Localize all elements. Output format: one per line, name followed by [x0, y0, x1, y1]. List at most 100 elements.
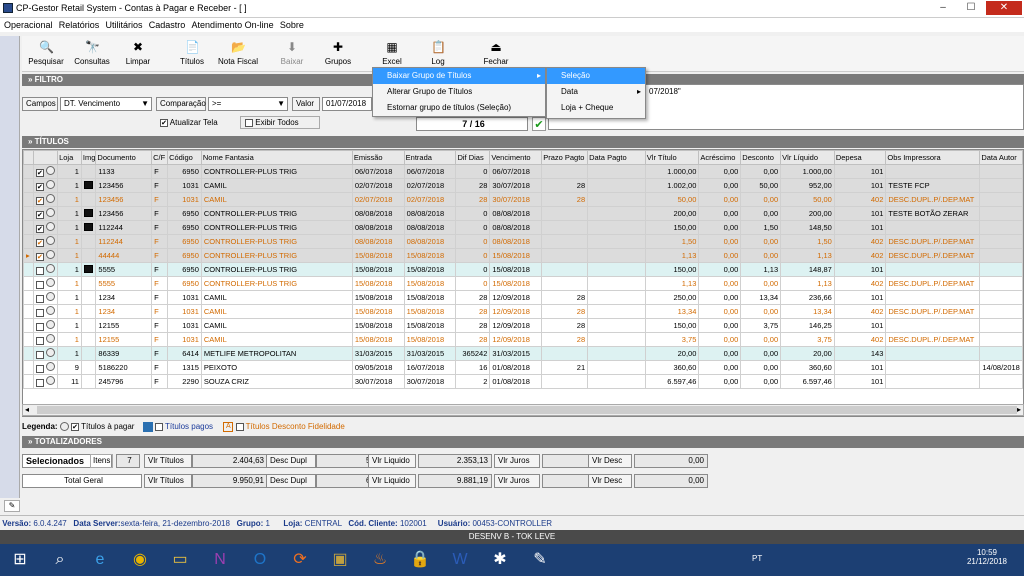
start-icon[interactable]: ⊞: [6, 547, 34, 573]
column-header[interactable]: Loja: [57, 150, 82, 165]
column-header[interactable]: Entrada: [403, 150, 457, 165]
menu-sobre[interactable]: Sobre: [280, 18, 304, 32]
row-checkbox[interactable]: ✔: [35, 253, 44, 261]
close-button[interactable]: ✕: [986, 1, 1022, 15]
row-radio[interactable]: [46, 249, 56, 259]
table-row[interactable]: 9 5186220 F 1315 PEIXOTO 09/05/2018 16/07/2018…: [23, 360, 1023, 375]
column-header[interactable]: Dif Dias: [455, 150, 491, 165]
row-checkbox[interactable]: ✔: [35, 225, 44, 233]
column-header[interactable]: Desconto: [740, 150, 782, 165]
row-select[interactable]: ✔: [32, 234, 59, 249]
table-row[interactable]: ▸ ✔ 1 44444 F 6950 CONTROLLER-PLUS TRIG 15/08/…: [23, 248, 1023, 263]
table-row[interactable]: ✔ 1 112244 F 6950 CONTROLLER-PLUS TRIG 08/08/…: [23, 220, 1023, 235]
toolbar-limpar-button[interactable]: ✖ Limpar: [114, 38, 162, 70]
row-select[interactable]: [32, 318, 59, 333]
row-checkbox[interactable]: [35, 351, 44, 359]
row-select[interactable]: [32, 262, 59, 277]
menu-atendimento[interactable]: Atendimento On-line: [192, 18, 274, 32]
row-radio[interactable]: [46, 193, 56, 203]
row-checkbox[interactable]: [35, 281, 44, 289]
row-radio[interactable]: [46, 305, 56, 315]
row-radio[interactable]: [46, 361, 56, 371]
row-radio[interactable]: [46, 375, 56, 385]
menu-cadastro[interactable]: Cadastro: [149, 18, 186, 32]
campos-button[interactable]: Campos: [22, 97, 58, 111]
toolbar-consultas-button[interactable]: 🔭 Consultas: [68, 38, 116, 70]
table-row[interactable]: 1 5555 F 6950 CONTROLLER-PLUS TRIG 15/08/2018…: [23, 276, 1023, 291]
submenu-selecao[interactable]: Seleção: [547, 68, 645, 84]
column-header[interactable]: [32, 150, 59, 165]
row-checkbox[interactable]: [35, 295, 44, 303]
menu-operacional[interactable]: Operacional: [4, 18, 53, 32]
row-select[interactable]: ✔: [32, 164, 59, 179]
column-header[interactable]: Vlr Título: [644, 150, 700, 165]
toolbar-excel-button[interactable]: ▦ Excel: [368, 38, 416, 70]
table-row[interactable]: 1 1234 F 1031 CAMIL 15/08/2018 15/08/2018 28 12/…: [23, 290, 1023, 305]
titulos-grid[interactable]: Loja Img Documento C/F Código Nome Fantasia Em…: [22, 149, 1024, 417]
maximize-button[interactable]: ☐: [958, 1, 984, 15]
column-header[interactable]: Obs Impressora: [885, 150, 981, 165]
row-radio[interactable]: [46, 221, 56, 231]
row-select[interactable]: ✔: [32, 192, 59, 207]
lock-icon[interactable]: 🔒: [406, 547, 434, 573]
toolbar-pesquisar-button[interactable]: 🔍 Pesquisar: [22, 38, 70, 70]
toolbar-baixar-button[interactable]: ⬇ Baixar: [268, 38, 316, 70]
table-row[interactable]: 1 12155 F 1031 CAMIL 15/08/2018 15/08/2018 28 12…: [23, 318, 1023, 333]
menu-baixar-grupo[interactable]: Baixar Grupo de Títulos ▸: [373, 68, 545, 84]
side-panel-strip[interactable]: [0, 36, 20, 498]
explorer-icon[interactable]: ▭: [166, 547, 194, 573]
submenu-loja-cheque[interactable]: Loja + Cheque: [547, 100, 645, 116]
menu-relatorios[interactable]: Relatórios: [59, 18, 100, 32]
search-app-icon[interactable]: ⌕: [46, 547, 74, 573]
row-checkbox[interactable]: [35, 267, 44, 275]
atualizar-checkbox[interactable]: ✔ Atualizar Tela: [160, 116, 218, 130]
column-header[interactable]: C/F: [151, 150, 169, 165]
row-select[interactable]: [32, 360, 59, 375]
row-checkbox[interactable]: ✔: [35, 239, 44, 247]
paint-icon[interactable]: ✎: [526, 547, 554, 573]
column-header[interactable]: Código: [167, 150, 202, 165]
menu-utilitarios[interactable]: Utilitários: [106, 18, 143, 32]
clock[interactable]: 10:59 21/12/2018: [962, 548, 1012, 566]
campo-select[interactable]: DT. Vencimento ▼: [60, 97, 152, 111]
toolbar-nota-fiscal-button[interactable]: 📂 Nota Fiscal: [214, 38, 262, 70]
chrome-icon[interactable]: ◉: [126, 547, 154, 573]
row-radio[interactable]: [46, 179, 56, 189]
row-select[interactable]: [32, 374, 59, 389]
row-select[interactable]: [32, 346, 59, 361]
column-header[interactable]: Img: [80, 150, 97, 165]
flame-icon[interactable]: ♨: [366, 547, 394, 573]
row-radio[interactable]: [46, 291, 56, 301]
row-select[interactable]: ✔: [32, 206, 59, 221]
column-header[interactable]: Nome Fantasia: [200, 150, 353, 165]
sync-icon[interactable]: ⟳: [286, 547, 314, 573]
row-select[interactable]: ✔: [32, 220, 59, 235]
row-radio[interactable]: [46, 319, 56, 329]
column-header[interactable]: Acréscimo: [698, 150, 742, 165]
column-header[interactable]: Documento: [95, 150, 153, 165]
row-select[interactable]: [32, 332, 59, 347]
column-header[interactable]: Vlr Líquido: [780, 150, 835, 165]
row-checkbox[interactable]: [35, 309, 44, 317]
row-select[interactable]: ✔: [32, 248, 59, 263]
pencil-icon[interactable]: ✎: [4, 500, 20, 512]
toolbar-log-button[interactable]: 📋 Log: [414, 38, 462, 70]
scroll-thumb[interactable]: [37, 406, 1017, 414]
column-header[interactable]: Vencimento: [489, 150, 543, 165]
scroll-left-icon[interactable]: ◂: [25, 405, 29, 414]
row-radio[interactable]: [46, 207, 56, 217]
table-row[interactable]: ✔ 1 1133 F 6950 CONTROLLER-PLUS TRIG 06/07/20…: [23, 164, 1023, 179]
column-header[interactable]: [23, 150, 34, 165]
language-indicator[interactable]: PT: [752, 554, 762, 563]
row-checkbox[interactable]: ✔: [35, 169, 44, 177]
table-row[interactable]: 1 12155 F 1031 CAMIL 15/08/2018 15/08/2018 28 12…: [23, 332, 1023, 347]
gestor-icon[interactable]: ▣: [326, 547, 354, 573]
table-row[interactable]: 1 1234 F 1031 CAMIL 15/08/2018 15/08/2018 28 12/…: [23, 304, 1023, 319]
network-icon[interactable]: ✱: [486, 547, 514, 573]
row-select[interactable]: ✔: [32, 178, 59, 193]
table-row[interactable]: ✔ 1 112244 F 6950 CONTROLLER-PLUS TRIG 08/08/…: [23, 234, 1023, 249]
word-icon[interactable]: W: [446, 547, 474, 573]
valor-button[interactable]: Valor: [292, 97, 320, 111]
outlook-icon[interactable]: O: [246, 547, 274, 573]
row-radio[interactable]: [46, 165, 56, 175]
